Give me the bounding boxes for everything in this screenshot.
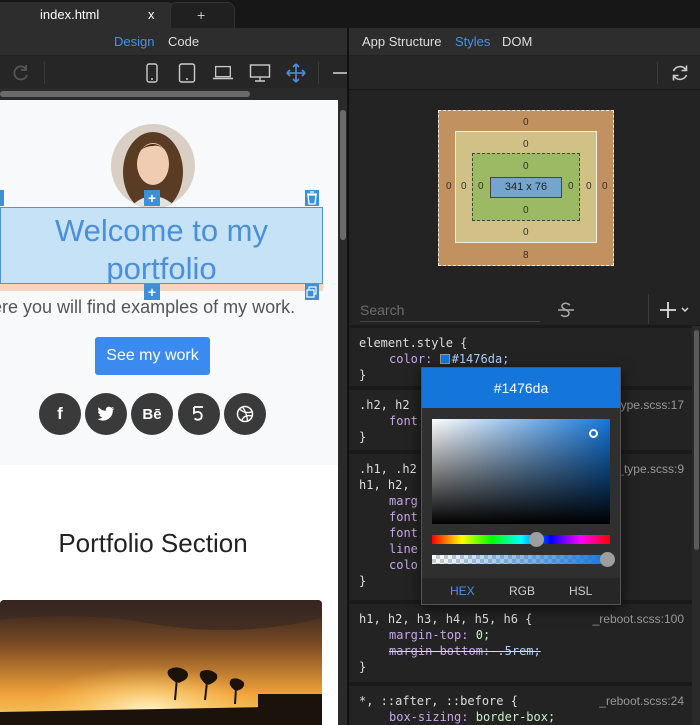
alpha-slider-handle[interactable] (600, 552, 615, 567)
tablet-icon[interactable] (176, 63, 198, 83)
border-right-value[interactable]: 0 (586, 181, 592, 192)
css-rule-universal[interactable]: *, ::after, ::before { _reboot.scss:24 b… (349, 686, 692, 725)
border-bottom-value[interactable]: 0 (523, 227, 529, 238)
code-tab[interactable]: Code (168, 34, 199, 49)
saturation-value-area[interactable] (432, 419, 610, 524)
design-tab[interactable]: Design (114, 34, 154, 49)
rule-source[interactable]: _type.scss:9 (617, 461, 684, 477)
css-rule-headings[interactable]: h1, h2, h3, h4, h5, h6 { _reboot.scss:10… (349, 604, 692, 682)
tab-dom[interactable]: DOM (502, 34, 532, 49)
behance-icon[interactable]: Bē (131, 393, 173, 435)
padding-top-value[interactable]: 0 (523, 161, 529, 172)
toolbar-divider (318, 62, 319, 84)
add-rule-icon[interactable] (659, 300, 691, 323)
twitter-icon[interactable] (85, 393, 127, 435)
rule-property[interactable]: margin-top: (389, 628, 468, 642)
margin-bottom-value[interactable]: 8 (523, 250, 529, 261)
inspector-toolbar (349, 56, 700, 90)
toolbar-divider (648, 294, 649, 324)
padding-right-value[interactable]: 0 (568, 181, 574, 192)
canvas-scroll-thumb[interactable] (340, 110, 346, 240)
strikethrough-toggle-icon[interactable] (556, 300, 576, 323)
tab-index-html[interactable]: index.html x (0, 2, 175, 28)
tab-styles[interactable]: Styles (455, 34, 490, 49)
portfolio-image[interactable] (0, 600, 322, 725)
rule-property[interactable]: font (389, 414, 418, 428)
border-top-value[interactable]: 0 (523, 139, 529, 150)
delete-element-icon[interactable] (305, 190, 319, 206)
refresh-icon[interactable] (10, 63, 32, 83)
new-tab-button[interactable]: + (170, 2, 235, 28)
rule-value[interactable]: #1476da; (452, 352, 510, 366)
rule-source[interactable]: _reboot.scss:24 (599, 693, 684, 709)
design-code-bar: Design Code (0, 28, 347, 56)
rule-value[interactable]: 0; (476, 628, 490, 642)
tab-title: index.html (40, 7, 100, 22)
resize-handle[interactable] (0, 190, 4, 206)
facebook-icon[interactable]: f (39, 393, 81, 435)
hue-slider-handle[interactable] (529, 532, 544, 547)
format-hex-button[interactable]: HEX (450, 584, 475, 598)
hero-subtitle: ere you will find examples of my work. (0, 297, 296, 317)
margin-right-value[interactable]: 0 (602, 181, 608, 192)
see-my-work-button[interactable]: See my work (95, 337, 210, 375)
dribbble-icon[interactable] (224, 393, 266, 435)
color-picker-hex-value: #1476da (422, 368, 620, 408)
refresh-styles-icon[interactable] (669, 63, 691, 83)
tab-app-structure[interactable]: App Structure (362, 34, 442, 49)
toolbar-divider (657, 62, 658, 84)
margin-left-value[interactable]: 0 (446, 181, 452, 192)
padding-left-value[interactable]: 0 (478, 181, 484, 192)
box-model-content[interactable]: 341 x 76 (490, 177, 562, 198)
format-rgb-button[interactable]: RGB (509, 584, 535, 598)
rule-value-overridden[interactable]: .5rem; (497, 644, 540, 658)
rule-close: } (359, 660, 367, 674)
portfolio-section-title: Portfolio Section (58, 528, 248, 558)
tab-close-button[interactable]: x (148, 7, 155, 22)
margin-top-value[interactable]: 0 (523, 117, 529, 128)
toolbar-divider (44, 62, 45, 84)
horizontal-scroll-thumb[interactable] (0, 91, 250, 97)
move-icon[interactable] (285, 63, 307, 83)
desktop-icon[interactable] (249, 63, 271, 83)
rule-source[interactable]: _reboot.scss:100 (593, 611, 684, 627)
rule-value[interactable]: border-box; (476, 710, 555, 724)
phone-icon[interactable] (141, 63, 163, 83)
new-tab-plus: + (197, 7, 206, 23)
styles-search-input[interactable] (360, 298, 540, 322)
500px-icon[interactable] (178, 393, 220, 435)
format-hsl-button[interactable]: HSL (569, 584, 592, 598)
rule-property-overridden[interactable]: margin-bottom: (389, 644, 490, 658)
laptop-icon[interactable] (212, 63, 234, 83)
border-left-value[interactable]: 0 (461, 181, 467, 192)
page-canvas: Welcome to my portfolio + + + ere you wi… (0, 100, 338, 725)
headline[interactable]: Welcome to my portfolio (0, 212, 323, 288)
inspector-tabs: App Structure Styles DOM (349, 28, 700, 56)
saturation-value-cursor[interactable] (589, 429, 598, 438)
insert-above-handle[interactable]: + (144, 190, 160, 206)
rule-source[interactable]: _type.scss:17 (611, 397, 684, 413)
padding-bottom-value[interactable]: 0 (523, 205, 529, 216)
rule-selector: element.style { (359, 336, 468, 350)
hue-slider[interactable] (432, 535, 610, 544)
rule-property[interactable]: color: (389, 352, 432, 366)
color-swatch-icon[interactable] (439, 354, 450, 364)
margin-highlight (0, 284, 323, 291)
rule-property[interactable]: box-sizing: (389, 710, 468, 724)
alpha-slider[interactable] (432, 555, 610, 564)
device-toolbar (0, 56, 347, 90)
rules-scroll-thumb[interactable] (694, 330, 699, 550)
